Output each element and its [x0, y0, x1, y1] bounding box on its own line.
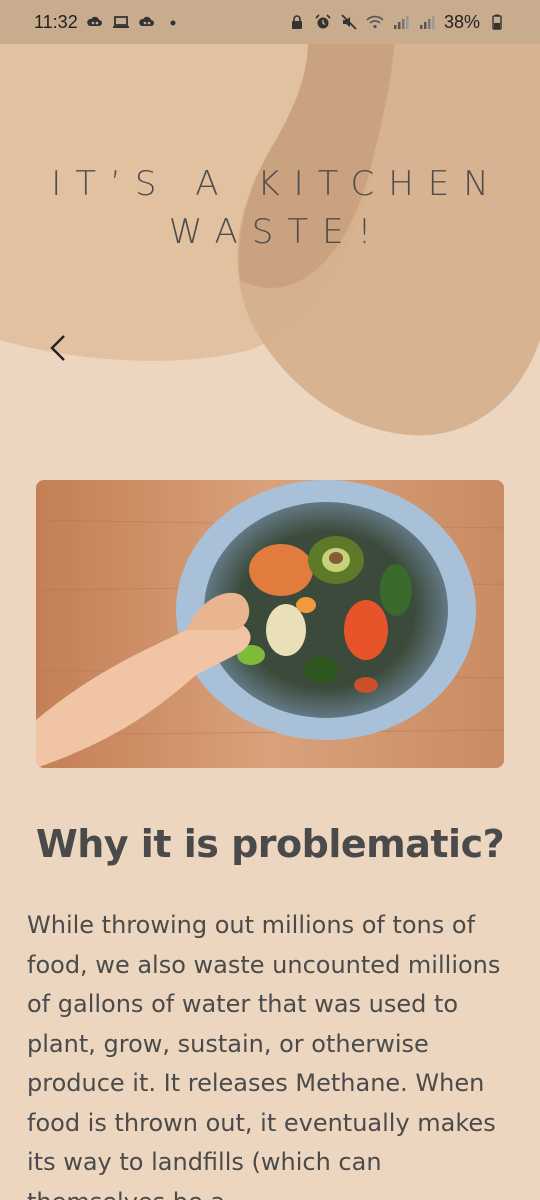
status-left: 11:32 [34, 12, 182, 33]
laptop-icon [112, 13, 130, 31]
wifi-icon [366, 13, 384, 31]
page-title: IT’S A KITCHEN WASTE! [51, 164, 503, 252]
lock-icon [288, 13, 306, 31]
battery-percent: 38% [443, 11, 480, 32]
chevron-left-icon [50, 335, 65, 361]
battery-icon [488, 13, 506, 31]
section-heading: Why it is problematic? [35, 822, 505, 866]
signal-icon [418, 13, 436, 31]
alarm-icon [314, 13, 332, 31]
status-right: 38% [288, 12, 506, 33]
back-button[interactable] [36, 326, 80, 370]
status-bar: 11:32 38% [0, 0, 540, 44]
signal-icon [392, 13, 410, 31]
cloud-icon [86, 13, 104, 31]
mute-icon [340, 13, 358, 31]
status-time: 11:32 [34, 11, 78, 32]
kitchen-waste-photo [36, 480, 504, 768]
cloud-icon [138, 13, 156, 31]
section-body: While throwing out millions of tons of f… [27, 911, 501, 1200]
dot-icon [164, 13, 182, 31]
